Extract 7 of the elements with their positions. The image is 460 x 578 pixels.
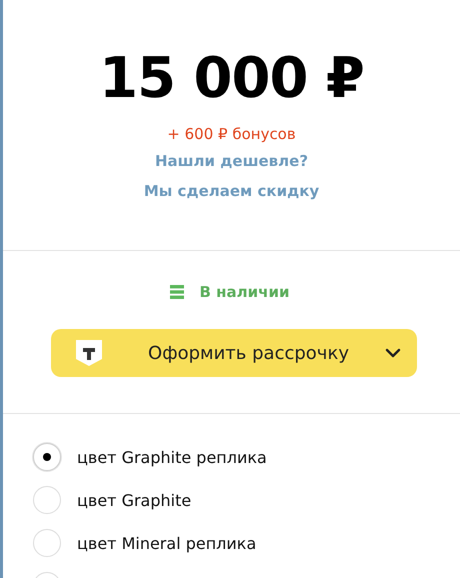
option-label[interactable]: цвет Graphite реплика <box>77 448 267 466</box>
option-label[interactable]: цвет Graphite <box>77 490 192 510</box>
price: 15 000 ₽ <box>99 45 364 113</box>
option-label[interactable]: цвет Mineral реплика <box>77 534 256 552</box>
availability-text: В наличии <box>200 283 290 301</box>
bonus-text: + 600 ₽ бонусов <box>167 124 296 145</box>
installment-button[interactable]: Оформить рассрочку <box>50 329 416 377</box>
